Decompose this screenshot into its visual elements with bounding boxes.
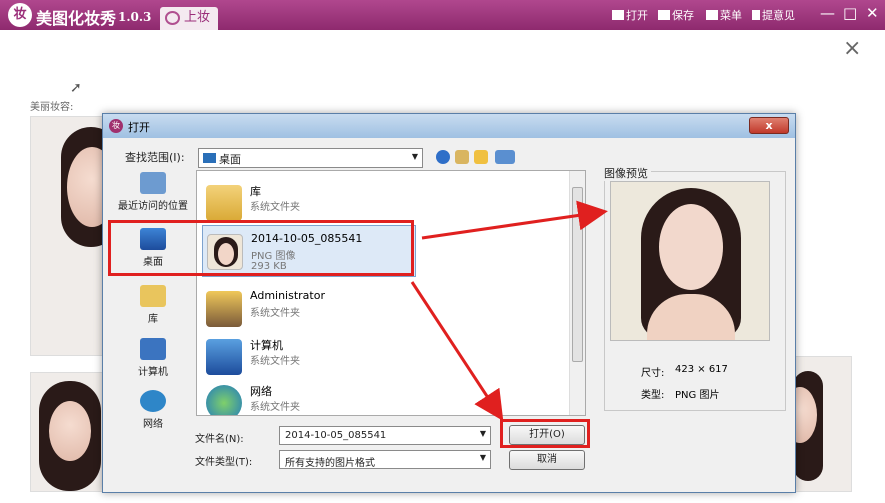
annotation-arrows [410, 200, 608, 422]
arrow-to-open-button [410, 281, 504, 422]
arrow-to-preview [421, 200, 608, 240]
